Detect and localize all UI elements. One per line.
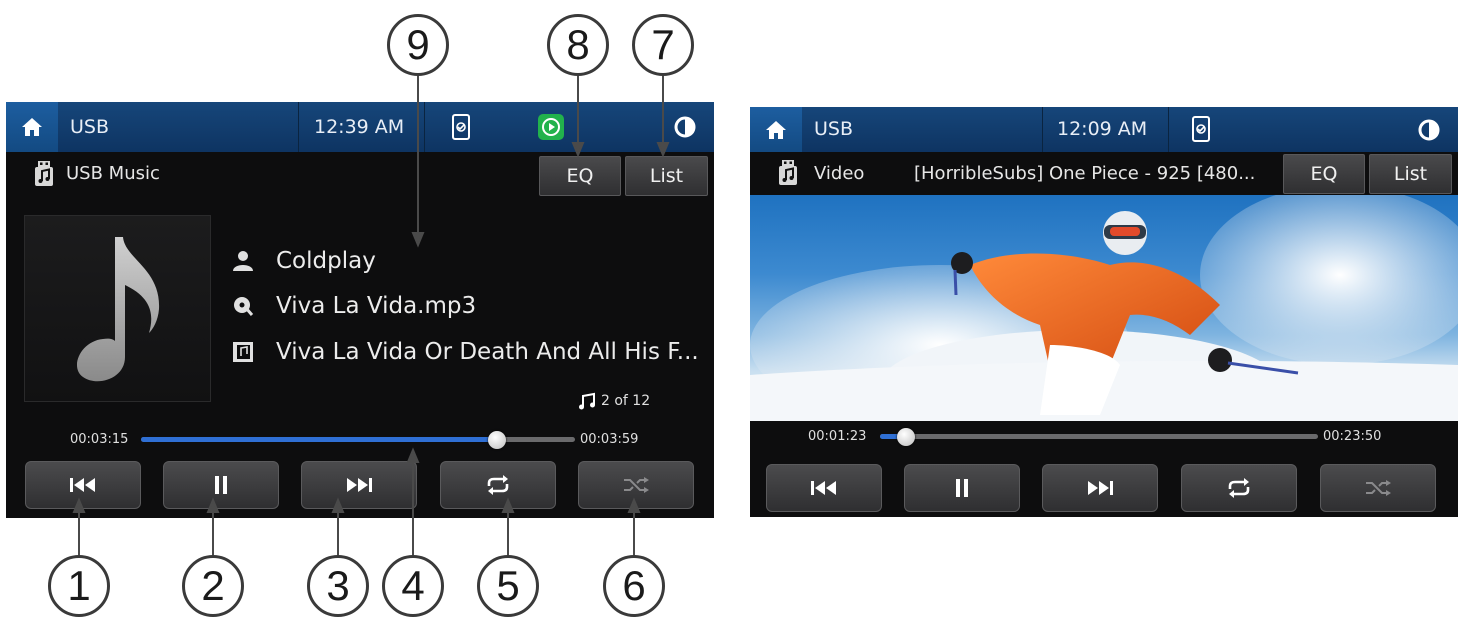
callout-7: 7 xyxy=(632,14,694,76)
callout-3: 3 xyxy=(307,555,369,617)
callout-1: 1 xyxy=(48,555,110,617)
callout-leaders xyxy=(72,75,670,560)
callout-5: 5 xyxy=(477,555,539,617)
callout-6: 6 xyxy=(603,555,665,617)
callout-2: 2 xyxy=(182,555,244,617)
callout-8: 8 xyxy=(547,14,609,76)
callout-9: 9 xyxy=(387,14,449,76)
callout-4: 4 xyxy=(382,555,444,617)
